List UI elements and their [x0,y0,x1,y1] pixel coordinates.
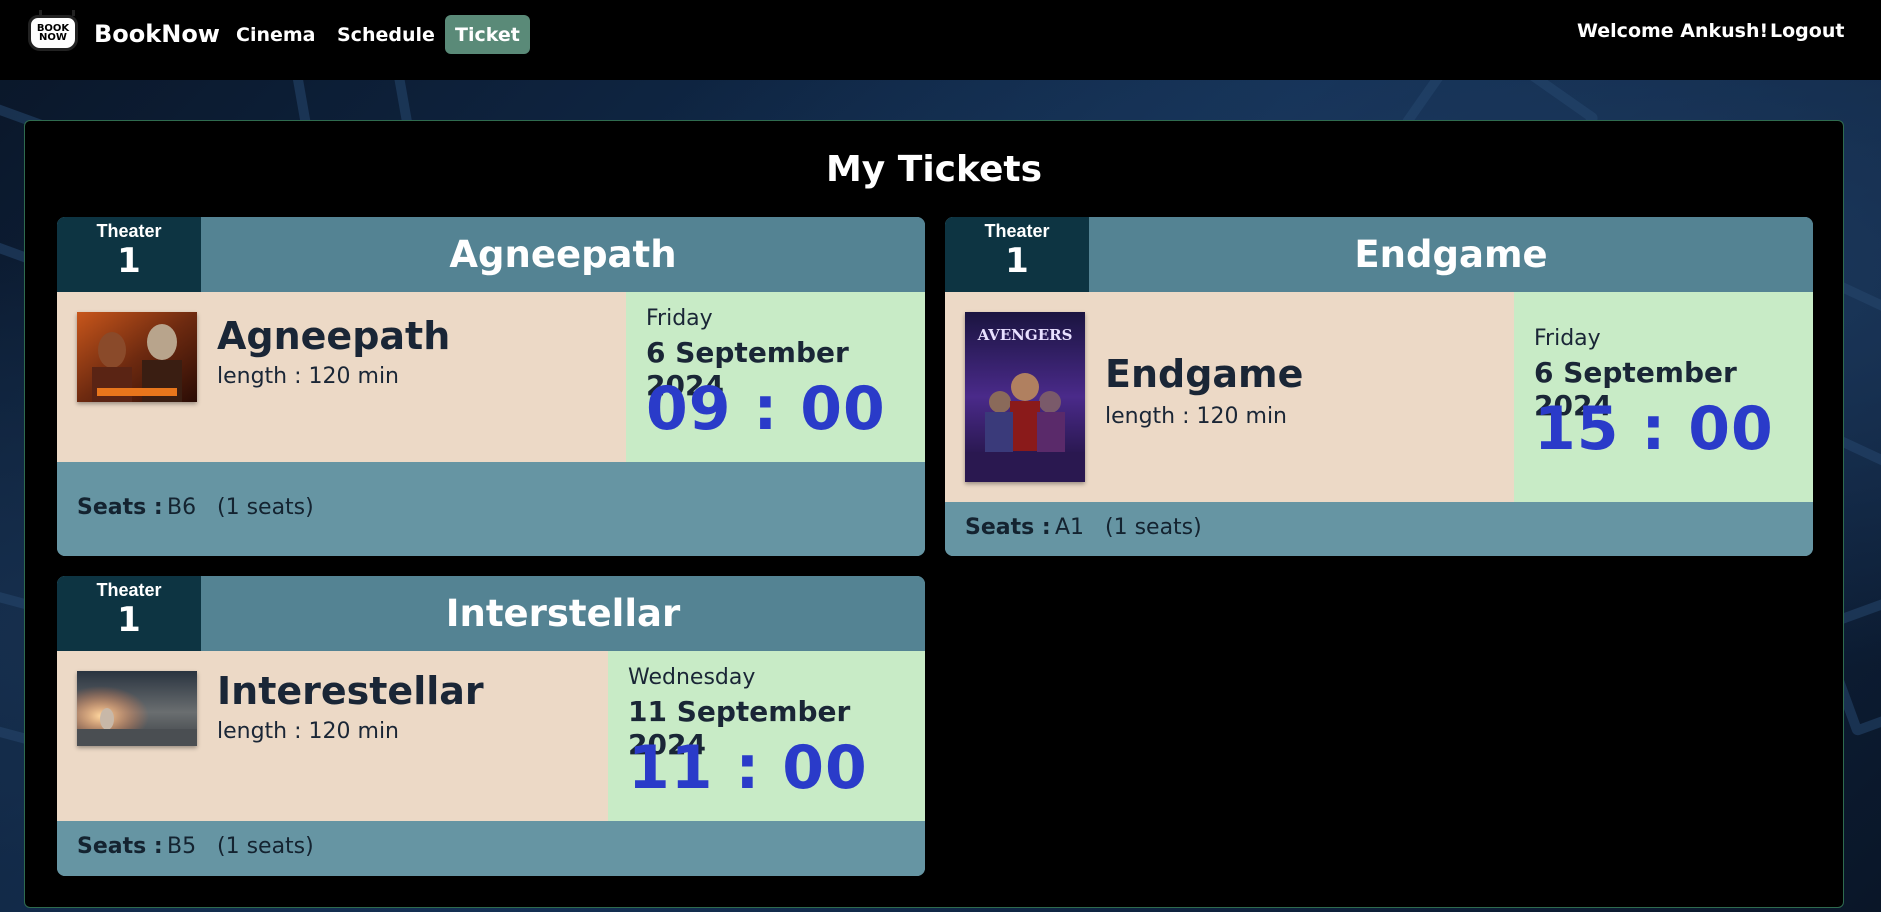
seats-value: B5 [167,834,197,859]
seats-value: B6 [167,495,197,520]
theater-box: Theater 1 [945,217,1089,292]
showtime-box: Wednesday 11 September 2024 11 : 00 [608,651,925,821]
ticket-card: Theater 1 Agneepath Agneepath length: 1… [57,217,925,556]
poster-logo-text: AVENGERS [977,326,1073,344]
theater-number: 1 [117,600,141,640]
show-day: Wednesday [628,665,756,690]
theater-box: Theater 1 [57,217,201,292]
seats-row: Seats : B5 (1 seats) [57,821,925,876]
theater-label: Theater [96,221,162,241]
show-day: Friday [1534,326,1601,351]
movie-poster: AVENGERS [965,312,1085,482]
movie-length: length : 120 min [217,719,399,744]
show-day: Friday [646,306,713,331]
movie-info: Agneepath length : 120 min [57,292,626,462]
booknow-logo-icon[interactable]: BOOK NOW [28,10,78,51]
seat-count: (1 seats) [1105,515,1202,540]
page-title: My Tickets [825,149,1043,190]
nav-schedule[interactable]: Schedule [327,15,445,54]
show-time: 11 : 00 [628,733,868,803]
seats-row: Seats : A1 (1 seats) [945,502,1813,556]
ticket-card: Theater 1 Interstellar Interestellar len… [57,576,925,876]
theater-number: 1 [117,241,141,281]
movie-poster [77,312,197,402]
seat-count: (1 seats) [217,834,314,859]
theater-label: Theater [984,221,1050,241]
theater-label: Theater [96,580,162,600]
seat-count: (1 seats) [217,495,314,520]
movie-length: length : 120 min [1105,404,1287,429]
ticket-header: Theater 1 Endgame [945,217,1813,292]
seats-label: Seats : [77,495,163,520]
seats-row: Seats : B6 (1 seats) [57,462,925,556]
logout-link[interactable]: Logout [1770,20,1844,42]
movie-length: length : 120 min [217,364,399,389]
welcome-text: Welcome Ankush! [1577,20,1769,42]
navbar: BOOK NOW BookNow Cinema Schedule Ticket … [0,0,1881,80]
ticket-title: Endgame [1354,233,1548,276]
theater-box: Theater 1 [57,576,201,651]
show-time: 09 : 00 [646,374,886,444]
nav-ticket[interactable]: Ticket [445,15,530,54]
movie-poster [77,671,197,746]
ticket-title: Agneepath [449,233,677,276]
movie-name: Endgame [1105,352,1304,396]
seats-label: Seats : [77,834,163,859]
movie-info: AVENGERS Endgame length : 120 min [945,292,1514,502]
movie-info: Interestellar length : 120 min [57,651,608,821]
seats-label: Seats : [965,515,1051,540]
ticket-header: Theater 1 Interstellar [57,576,925,651]
seats-value: A1 [1055,515,1085,540]
show-time: 15 : 00 [1534,394,1774,464]
brand-name[interactable]: BookNow [94,20,220,48]
movie-name: Agneepath [217,314,451,358]
ticket-card: Theater 1 Endgame AVENGERS Endgame lengt… [945,217,1813,556]
ticket-header: Theater 1 Agneepath [57,217,925,292]
ticket-title: Interstellar [445,592,681,635]
showtime-box: Friday 6 September 2024 09 : 00 [626,292,925,462]
nav-cinema[interactable]: Cinema [226,15,326,54]
theater-number: 1 [1005,241,1029,281]
tickets-container: My Tickets Theater 1 Agneepath Agneepath… [24,120,1844,908]
showtime-box: Friday 6 September 2024 15 : 00 [1514,292,1813,502]
movie-name: Interestellar [217,669,484,713]
